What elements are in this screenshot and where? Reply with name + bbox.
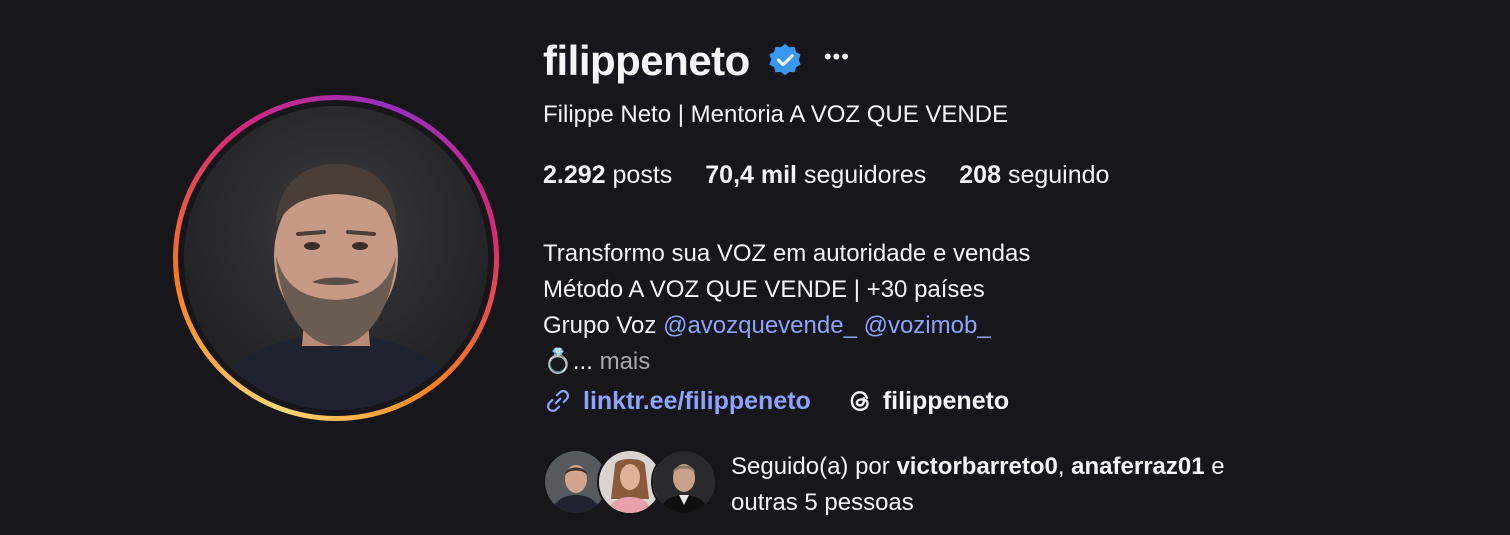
website-link-text: linktr.ee/filippeneto xyxy=(583,386,811,415)
profile-avatar[interactable] xyxy=(184,106,488,410)
followed-by-text: Seguido(a) por victorbarreto0, anaferraz… xyxy=(731,449,1351,521)
followed-by-prefix: Seguido(a) por xyxy=(731,453,890,480)
following-count[interactable]: 208 seguindo xyxy=(959,161,1109,190)
followers-count[interactable]: 70,4 mil seguidores xyxy=(705,161,926,190)
bio-line-4: 💍... mais xyxy=(543,344,1030,380)
link-icon xyxy=(546,389,570,413)
followed-by-others: outras 5 pessoas xyxy=(731,489,914,516)
profile-header: filippeneto ••• Filippe Neto | Mentoria … xyxy=(0,0,1510,535)
following-count-value: 208 xyxy=(959,161,1001,189)
followed-by-suffix: e xyxy=(1211,453,1225,480)
bio-group-label: Grupo Voz xyxy=(543,312,657,339)
profile-links: linktr.ee/filippeneto filippeneto xyxy=(543,386,1009,416)
followed-by-user-1[interactable]: victorbarreto0 xyxy=(896,453,1057,480)
threads-link[interactable]: filippeneto xyxy=(845,386,1009,416)
mention-avozquevende[interactable]: @avozquevende_ xyxy=(663,312,857,339)
username-row: filippeneto ••• xyxy=(543,34,850,88)
ring-emoji-icon: 💍 xyxy=(543,348,573,375)
threads-icon xyxy=(850,391,869,411)
bio-line-2: Método A VOZ QUE VENDE | +30 países xyxy=(543,276,985,303)
threads-handle: filippeneto xyxy=(882,386,1010,415)
bio-line-3: Grupo Voz @avozquevende_ @vozimob_ xyxy=(543,308,1030,344)
following-count-label: seguindo xyxy=(1007,161,1110,189)
followed-by[interactable]: Seguido(a) por victorbarreto0, anaferraz… xyxy=(543,449,1351,521)
followers-count-value: 70,4 mil xyxy=(705,161,798,189)
bio-more-button[interactable]: mais xyxy=(600,348,651,375)
bio-line-1: Transformo sua VOZ em autoridade e venda… xyxy=(543,240,1031,267)
followers-count-label: seguidores xyxy=(803,161,927,189)
mention-vozimob[interactable]: @vozimob_ xyxy=(864,312,991,339)
followed-by-separator: , xyxy=(1057,453,1065,480)
posts-count-value: 2.292 xyxy=(543,161,606,189)
username: filippeneto xyxy=(543,37,750,84)
profile-avatar-story-ring[interactable] xyxy=(173,95,499,421)
profile-stats: 2.292 posts 70,4 mil seguidores 208 segu… xyxy=(543,161,1142,190)
website-link[interactable]: linktr.ee/filippeneto xyxy=(543,386,811,416)
mutual-followers-avatars xyxy=(543,449,719,515)
avatar-portrait-icon xyxy=(184,106,488,410)
more-options-icon[interactable]: ••• xyxy=(824,46,850,76)
bio-ellipsis: ... xyxy=(572,348,593,375)
posts-count[interactable]: 2.292 posts xyxy=(543,161,672,190)
profile-bio: Transformo sua VOZ em autoridade e venda… xyxy=(543,236,1030,380)
verified-badge-icon xyxy=(766,42,804,80)
posts-count-label: posts xyxy=(612,161,673,189)
full-name: Filippe Neto | Mentoria A VOZ QUE VENDE xyxy=(543,101,1009,128)
mutual-follower-avatar xyxy=(651,449,717,515)
followed-by-user-2[interactable]: anaferraz01 xyxy=(1071,453,1204,480)
avatar-ring-gap xyxy=(178,100,494,416)
